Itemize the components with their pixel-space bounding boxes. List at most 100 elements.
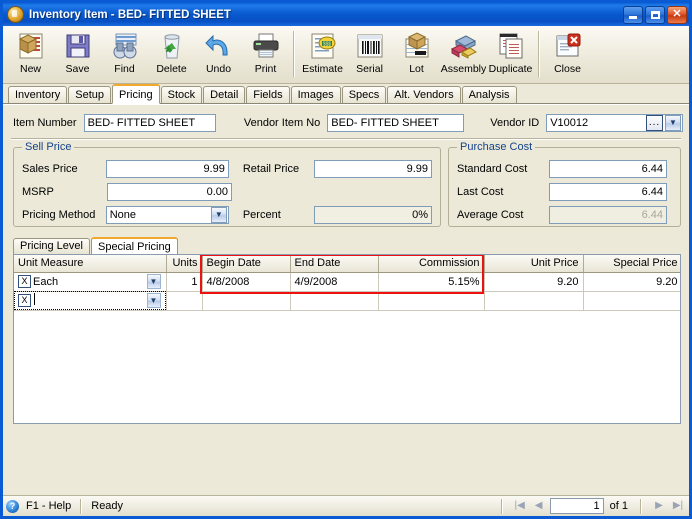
tab-stock[interactable]: Stock bbox=[160, 86, 203, 103]
record-number-input[interactable]: 1 bbox=[549, 498, 604, 514]
col-end-date[interactable]: End Date bbox=[290, 255, 379, 273]
main-tab-strip: Inventory Setup Pricing Stock Detail Fie… bbox=[3, 84, 689, 104]
cell-units[interactable] bbox=[166, 291, 203, 311]
undo-button[interactable]: Undo bbox=[195, 29, 242, 81]
cell-unit-measure[interactable]: X ▼ bbox=[14, 291, 167, 311]
retail-price-input[interactable]: 9.99 bbox=[313, 160, 432, 178]
inventory-box-icon bbox=[7, 6, 24, 23]
table-row[interactable]: X Each ▼ 1 4/8/2008 4/9/2008 5.15% 9.20 … bbox=[14, 272, 680, 292]
pricing-method-label: Pricing Method bbox=[22, 209, 96, 221]
msrp-input[interactable]: 0.00 bbox=[107, 183, 232, 201]
cell-begin-date[interactable] bbox=[202, 291, 291, 311]
vendor-item-no-input[interactable]: BED- FITTED SHEET bbox=[327, 114, 465, 132]
close-button[interactable]: ✕ bbox=[667, 5, 687, 24]
cell-begin-date[interactable]: 4/8/2008 bbox=[202, 272, 291, 292]
print-button[interactable]: Print bbox=[242, 29, 289, 81]
unit-measure-value: Each bbox=[33, 275, 59, 288]
svg-text:$$$: $$$ bbox=[322, 42, 331, 48]
window-title: Inventory Item - BED- FITTED SHEET bbox=[29, 8, 231, 21]
cell-unit-price[interactable]: 9.20 bbox=[484, 272, 584, 292]
tab-pricing[interactable]: Pricing bbox=[112, 84, 160, 104]
undo-arrow-icon bbox=[203, 31, 235, 61]
lot-icon bbox=[401, 31, 433, 61]
window-controls: ✕ bbox=[623, 5, 687, 24]
estimate-icon: $$$ bbox=[307, 31, 339, 61]
tab-setup[interactable]: Setup bbox=[68, 86, 111, 103]
sales-price-row: Sales Price 9.99 Retail Price 9.99 bbox=[22, 160, 432, 178]
next-record-button[interactable]: ▶ bbox=[651, 499, 667, 514]
estimate-button[interactable]: $$$ Estimate bbox=[299, 29, 346, 81]
header-divider bbox=[11, 138, 681, 140]
duplicate-button[interactable]: Duplicate bbox=[487, 29, 534, 81]
previous-record-button[interactable]: ◀ bbox=[531, 499, 547, 514]
average-cost-label: Average Cost bbox=[457, 209, 524, 221]
table-header-row: Unit Measure Units Begin Date End Date C… bbox=[14, 255, 680, 273]
new-button[interactable]: New bbox=[7, 29, 54, 81]
item-number-input[interactable]: BED- FITTED SHEET bbox=[83, 114, 216, 132]
col-begin-date[interactable]: Begin Date bbox=[202, 255, 291, 273]
inventory-item-window: Inventory Item - BED- FITTED SHEET ✕ New… bbox=[0, 0, 692, 519]
chevron-down-icon[interactable]: ▼ bbox=[146, 274, 161, 289]
tab-fields[interactable]: Fields bbox=[246, 86, 290, 103]
chevron-down-icon[interactable]: ▼ bbox=[665, 115, 682, 131]
last-cost-input[interactable]: 6.44 bbox=[549, 183, 667, 201]
chevron-down-icon[interactable]: ▼ bbox=[146, 293, 161, 308]
pricing-method-combo[interactable]: None ▼ bbox=[105, 206, 229, 224]
close-toolbar-button[interactable]: Close bbox=[544, 29, 591, 81]
maximize-button[interactable] bbox=[645, 5, 665, 24]
sales-price-input[interactable]: 9.99 bbox=[105, 160, 229, 178]
col-commission[interactable]: Commission bbox=[378, 255, 485, 273]
tab-specs[interactable]: Specs bbox=[341, 86, 387, 103]
special-pricing-grid[interactable]: Unit Measure Units Begin Date End Date C… bbox=[13, 254, 681, 424]
tab-inventory[interactable]: Inventory bbox=[8, 86, 68, 103]
assembly-button[interactable]: Assembly bbox=[440, 29, 487, 81]
col-unit-measure[interactable]: Unit Measure bbox=[14, 255, 167, 273]
help-label[interactable]: F1 - Help bbox=[23, 500, 74, 512]
cell-special-price[interactable] bbox=[583, 291, 680, 311]
first-record-button[interactable]: |◀ bbox=[512, 499, 528, 514]
save-button[interactable]: Save bbox=[54, 29, 101, 81]
delete-button[interactable]: Delete bbox=[148, 29, 195, 81]
save-button-label: Save bbox=[65, 63, 90, 75]
help-question-icon[interactable]: ? bbox=[6, 499, 19, 513]
delete-button-label: Delete bbox=[156, 63, 187, 75]
standard-cost-row: Standard Cost 6.44 bbox=[457, 160, 672, 178]
printer-icon bbox=[250, 31, 282, 61]
cell-end-date[interactable] bbox=[290, 291, 379, 311]
undo-button-label: Undo bbox=[205, 63, 232, 75]
cell-units[interactable]: 1 bbox=[166, 272, 203, 292]
cell-commission[interactable] bbox=[378, 291, 485, 311]
tab-alt-vendors[interactable]: Alt. Vendors bbox=[387, 86, 461, 103]
lot-button[interactable]: Lot bbox=[393, 29, 440, 81]
unit-measure-value bbox=[33, 293, 147, 308]
subtab-pricing-level[interactable]: Pricing Level bbox=[13, 238, 90, 254]
col-units[interactable]: Units bbox=[166, 255, 203, 273]
pricing-method-row: Pricing Method None ▼ Percent 0% bbox=[22, 206, 432, 224]
cell-unit-price[interactable] bbox=[484, 291, 584, 311]
col-unit-price[interactable]: Unit Price bbox=[484, 255, 584, 273]
subtab-special-pricing[interactable]: Special Pricing bbox=[90, 237, 178, 255]
delete-row-icon[interactable]: X bbox=[18, 275, 31, 288]
tab-images[interactable]: Images bbox=[290, 86, 341, 103]
minimize-button[interactable] bbox=[623, 5, 643, 24]
cell-special-price[interactable]: 9.20 bbox=[583, 272, 680, 292]
vendor-id-label: Vendor ID bbox=[490, 117, 540, 129]
table-row[interactable]: X ▼ bbox=[14, 291, 680, 311]
tab-detail[interactable]: Detail bbox=[203, 86, 246, 103]
tab-analysis[interactable]: Analysis bbox=[461, 86, 517, 103]
col-special-price[interactable]: Special Price bbox=[583, 255, 680, 273]
percent-label: Percent bbox=[242, 209, 281, 221]
cell-end-date[interactable]: 4/9/2008 bbox=[290, 272, 379, 292]
standard-cost-input[interactable]: 6.44 bbox=[549, 160, 667, 178]
find-button[interactable]: Find bbox=[101, 29, 148, 81]
serial-button[interactable]: Serial bbox=[346, 29, 393, 81]
status-text: Ready bbox=[91, 500, 124, 512]
vendor-id-combo[interactable]: V10012 ... ▼ bbox=[546, 114, 684, 132]
vendor-id-ellipsis-button[interactable]: ... bbox=[646, 115, 664, 131]
last-record-button[interactable]: ▶| bbox=[670, 499, 686, 514]
cell-commission[interactable]: 5.15% bbox=[378, 272, 485, 292]
nav-separator-left bbox=[500, 498, 503, 514]
cell-unit-measure[interactable]: X Each ▼ bbox=[14, 272, 167, 292]
chevron-down-icon[interactable]: ▼ bbox=[210, 207, 227, 223]
delete-row-icon[interactable]: X bbox=[18, 294, 31, 307]
